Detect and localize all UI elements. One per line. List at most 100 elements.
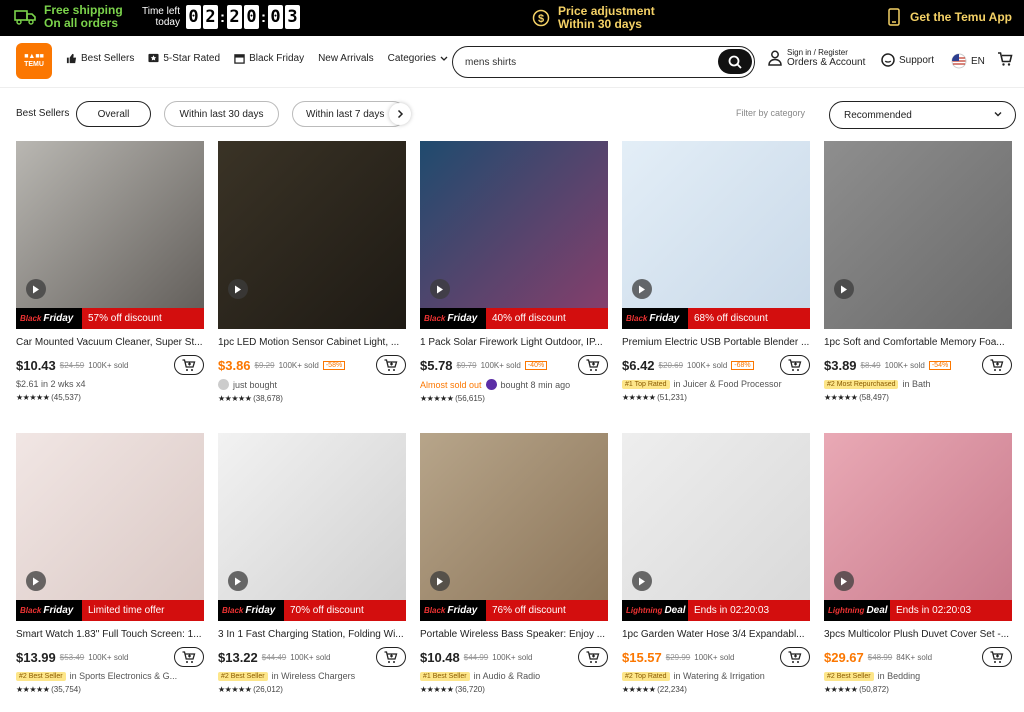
add-to-cart-button[interactable]: [578, 355, 608, 375]
product-image[interactable]: [218, 141, 406, 329]
meta-text: in Wireless Chargers: [271, 671, 356, 681]
cart-button[interactable]: [997, 51, 1013, 72]
free-shipping-banner[interactable]: Free shipping On all orders: [14, 4, 123, 30]
meta-row: $2.61 in 2 wks x4: [16, 379, 204, 389]
product-title[interactable]: 1pc Garden Water Hose 3/4 Expandabl...: [622, 629, 810, 640]
product-card[interactable]: Black Friday 70% off discount 3 In 1 Fast…: [218, 433, 406, 694]
play-video-icon[interactable]: [834, 279, 854, 299]
product-title[interactable]: Portable Wireless Bass Speaker: Enjoy ..…: [420, 629, 608, 640]
discount-badge: -68%: [731, 360, 754, 370]
sold-count: 100K+ sold: [88, 360, 129, 370]
search-input[interactable]: [465, 56, 705, 68]
rating-stars[interactable]: ★★★★★ (22,234): [622, 685, 810, 694]
main-nav: ■▲■■ TEMU Best Sellers 5-Star Rated Blac…: [0, 36, 1024, 88]
product-image[interactable]: Black Friday 40% off discount: [420, 141, 608, 329]
product-image[interactable]: Black Friday 68% off discount: [622, 141, 810, 329]
product-image[interactable]: Black Friday 70% off discount: [218, 433, 406, 621]
product-title[interactable]: 3 In 1 Fast Charging Station, Folding Wi…: [218, 629, 406, 640]
language-selector[interactable]: EN: [951, 53, 985, 69]
product-image[interactable]: Lightning Deal Ends in 02:20:03: [622, 433, 810, 621]
nav-best-sellers[interactable]: Best Sellers: [66, 53, 134, 64]
nav-new-arrivals[interactable]: New Arrivals: [318, 53, 374, 64]
rating-stars[interactable]: ★★★★★ (26,012): [218, 685, 406, 694]
play-video-icon[interactable]: [430, 279, 450, 299]
product-card[interactable]: Black Friday 68% off discount Premium Ele…: [622, 141, 810, 402]
play-video-icon[interactable]: [26, 279, 46, 299]
play-video-icon[interactable]: [228, 571, 248, 591]
rank-badge[interactable]: #2 Most Repurchased: [824, 379, 899, 389]
play-video-icon[interactable]: [26, 571, 46, 591]
account-link[interactable]: Sign in / Register Orders & Account: [768, 48, 865, 68]
product-card[interactable]: 1pc LED Motion Sensor Cabinet Light, ...…: [218, 141, 406, 403]
play-video-icon[interactable]: [430, 571, 450, 591]
nav-black-friday[interactable]: Black Friday: [234, 53, 304, 64]
rating-stars[interactable]: ★★★★★ (58,497): [824, 393, 1012, 402]
pill-30-days[interactable]: Within last 30 days: [164, 101, 279, 127]
sort-value: Recommended: [844, 109, 912, 121]
filter-bar: Best Sellers Overall Within last 30 days…: [0, 88, 1024, 138]
rating-stars[interactable]: ★★★★★ (45,537): [16, 393, 204, 402]
product-card[interactable]: Black Friday 76% off discount Portable Wi…: [420, 433, 608, 694]
product-title[interactable]: Premium Electric USB Portable Blender ..…: [622, 337, 810, 348]
play-video-icon[interactable]: [632, 571, 652, 591]
product-card[interactable]: Lightning Deal Ends in 02:20:03 3pcs Mult…: [824, 433, 1012, 694]
scroll-right-button[interactable]: [389, 103, 411, 125]
product-card[interactable]: 1pc Soft and Comfortable Memory Foa... $…: [824, 141, 1012, 402]
product-image[interactable]: Black Friday 57% off discount: [16, 141, 204, 329]
add-to-cart-button[interactable]: [174, 647, 204, 667]
product-title[interactable]: Car Mounted Vacuum Cleaner, Super St...: [16, 337, 204, 348]
rating-stars[interactable]: ★★★★★ (56,615): [420, 394, 608, 403]
filter-by-category[interactable]: Filter by category: [736, 108, 805, 118]
rating-stars[interactable]: ★★★★★ (36,720): [420, 685, 608, 694]
product-title[interactable]: 3pcs Multicolor Plush Duvet Cover Set -.…: [824, 629, 1012, 640]
add-to-cart-button[interactable]: [982, 647, 1012, 667]
product-title[interactable]: 1 Pack Solar Firework Light Outdoor, IP.…: [420, 337, 608, 348]
get-app-link[interactable]: Get the Temu App: [888, 8, 1012, 26]
add-to-cart-button[interactable]: [982, 355, 1012, 375]
rating-stars[interactable]: ★★★★★ (38,678): [218, 394, 406, 403]
cart-plus-icon: [384, 358, 398, 371]
product-card[interactable]: Black Friday 40% off discount 1 Pack Sola…: [420, 141, 608, 403]
rank-badge[interactable]: #1 Top Rated: [622, 379, 670, 389]
product-title[interactable]: Smart Watch 1.83'' Full Touch Screen: 1.…: [16, 629, 204, 640]
sort-select[interactable]: Recommended: [829, 101, 1016, 129]
add-to-cart-button[interactable]: [174, 355, 204, 375]
price-row: $10.48 $44.99 100K+ sold: [420, 647, 608, 667]
rating-stars[interactable]: ★★★★★ (51,231): [622, 393, 810, 402]
add-to-cart-button[interactable]: [780, 647, 810, 667]
nav-five-star[interactable]: 5-Star Rated: [148, 53, 220, 64]
temu-logo[interactable]: ■▲■■ TEMU: [16, 43, 52, 79]
product-image[interactable]: Lightning Deal Ends in 02:20:03: [824, 433, 1012, 621]
product-title[interactable]: 1pc LED Motion Sensor Cabinet Light, ...: [218, 337, 406, 348]
nav-categories[interactable]: Categories: [388, 53, 448, 64]
play-video-icon[interactable]: [834, 571, 854, 591]
search-button[interactable]: [718, 49, 752, 74]
product-card[interactable]: Black Friday 57% off discount Car Mounted…: [16, 141, 204, 402]
svg-text:$: $: [538, 13, 544, 25]
pill-overall[interactable]: Overall: [76, 101, 151, 127]
price-adjustment-banner[interactable]: $ Price adjustment Within 30 days: [532, 5, 655, 31]
rank-badge[interactable]: #2 Top Rated: [622, 671, 670, 681]
support-link[interactable]: Support: [881, 53, 934, 67]
nav-label: New Arrivals: [318, 53, 374, 64]
deal-tag-small: Black: [20, 314, 42, 323]
product-image[interactable]: Black Friday 76% off discount: [420, 433, 608, 621]
add-to-cart-button[interactable]: [376, 355, 406, 375]
product-card[interactable]: Black Friday Limited time offer Smart Wat…: [16, 433, 204, 694]
add-to-cart-button[interactable]: [780, 355, 810, 375]
product-card[interactable]: Lightning Deal Ends in 02:20:03 1pc Garde…: [622, 433, 810, 694]
rating-stars[interactable]: ★★★★★ (35,754): [16, 685, 204, 694]
product-image[interactable]: [824, 141, 1012, 329]
price-row: $10.43 $24.59 100K+ sold: [16, 355, 204, 375]
rank-badge[interactable]: #1 Best Seller: [420, 671, 470, 681]
rank-badge[interactable]: #2 Best Seller: [218, 671, 268, 681]
add-to-cart-button[interactable]: [376, 647, 406, 667]
product-title[interactable]: 1pc Soft and Comfortable Memory Foa...: [824, 337, 1012, 348]
rank-badge[interactable]: #2 Best Seller: [824, 671, 874, 681]
play-video-icon[interactable]: [228, 279, 248, 299]
product-image[interactable]: Black Friday Limited time offer: [16, 433, 204, 621]
rank-badge[interactable]: #2 Best Seller: [16, 671, 66, 681]
play-video-icon[interactable]: [632, 279, 652, 299]
add-to-cart-button[interactable]: [578, 647, 608, 667]
rating-stars[interactable]: ★★★★★ (50,872): [824, 685, 1012, 694]
